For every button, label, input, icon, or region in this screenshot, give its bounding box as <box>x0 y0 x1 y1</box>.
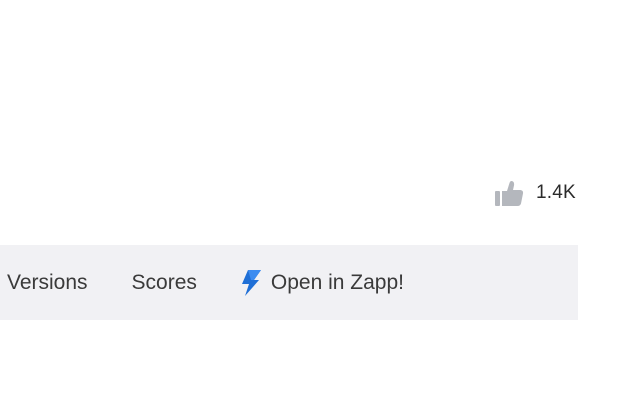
like-button[interactable]: 1.4K <box>494 178 576 208</box>
tab-scores[interactable]: Scores <box>132 271 197 295</box>
thumbs-up-icon <box>495 181 524 206</box>
lightning-bolt-icon <box>241 269 261 296</box>
open-in-zapp-button[interactable]: Open in Zapp! <box>239 269 404 296</box>
tab-versions[interactable]: Versions <box>7 271 88 295</box>
page: 1.4K Versions Scores Open in Zapp! <box>0 0 640 400</box>
like-count: 1.4K <box>536 182 576 203</box>
open-in-zapp-label: Open in Zapp! <box>270 270 404 294</box>
tab-bar: Versions Scores Open in Zapp! <box>0 245 578 320</box>
